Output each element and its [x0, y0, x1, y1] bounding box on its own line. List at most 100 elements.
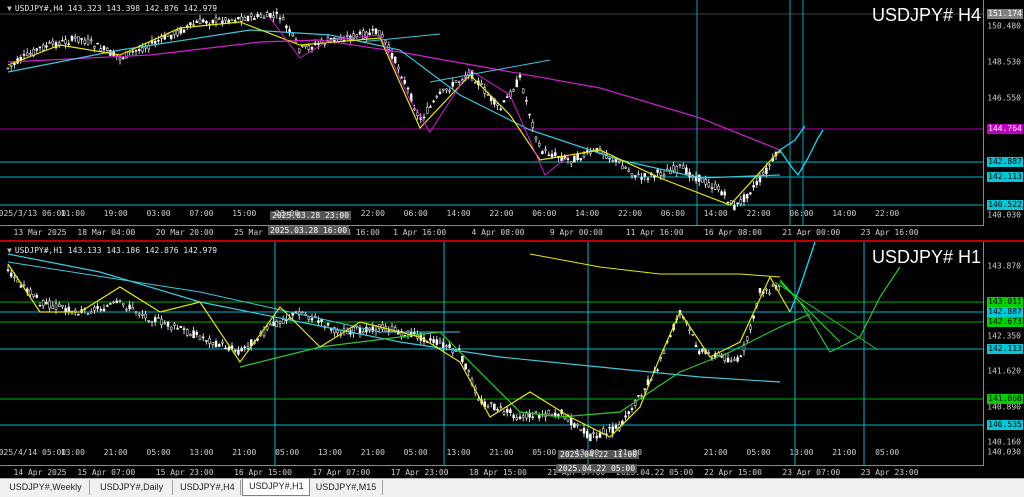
- collapse-triangle-icon[interactable]: ▼: [7, 246, 12, 255]
- candle-body: [77, 36, 80, 43]
- candle-body: [752, 315, 755, 319]
- candle-body: [83, 39, 87, 44]
- time-tick-label: 13 Mar 2025: [13, 228, 67, 237]
- candle-body: [205, 340, 208, 342]
- candle-body: [61, 40, 64, 42]
- candle-body: [144, 313, 147, 319]
- session-time-label: 05:00: [146, 448, 171, 457]
- candle-body: [13, 63, 16, 65]
- candle-body: [221, 20, 224, 24]
- h4-time-axis[interactable]: 13 Mar 2025 18 Mar 04:00 20 Mar 20:00 25 Ma…: [0, 225, 984, 240]
- candle-body: [406, 87, 410, 90]
- session-time-label: 19:00: [103, 209, 128, 218]
- candle-body: [317, 320, 320, 323]
- h4-price-plot[interactable]: [0, 0, 984, 226]
- candle-body: [131, 51, 135, 53]
- session-time-label: 23:00: [275, 209, 300, 218]
- candle-body: [195, 331, 199, 335]
- session-time-label: 07:00: [189, 209, 214, 218]
- time-tick-label: 15 Apr 23:00: [155, 468, 214, 477]
- session-time-label: 22:00: [875, 209, 900, 218]
- candle-body: [361, 30, 365, 39]
- candle-body: [569, 418, 573, 426]
- session-time-label: 05:00: [532, 448, 557, 457]
- candle-body: [118, 57, 122, 61]
- candle-body: [771, 285, 775, 287]
- h4-price-axis[interactable]: 150.480 148.530 146.550 140.030 151.174 …: [983, 0, 1024, 240]
- candle-body: [768, 292, 771, 295]
- chart-tab[interactable]: USDJPY#,Weekly: [2, 480, 90, 495]
- chart-tab[interactable]: USDJPY#,Daily: [91, 480, 174, 495]
- candle-body: [589, 433, 592, 442]
- chart-tab[interactable]: USDJPY#,H4: [174, 480, 242, 495]
- candle-body: [179, 326, 183, 328]
- candle-body: [121, 57, 125, 59]
- candle-body: [518, 74, 522, 78]
- time-tick-label: 20 Mar 20:00: [155, 228, 214, 237]
- candle-body: [134, 49, 138, 52]
- candle-body: [208, 338, 211, 344]
- candle-body: [611, 426, 615, 434]
- candle-body: [505, 96, 509, 98]
- collapse-triangle-icon[interactable]: ▼: [7, 4, 12, 13]
- candle-body: [457, 81, 461, 83]
- candle-body: [566, 158, 570, 160]
- candle-body: [9, 272, 13, 277]
- candle-body: [752, 185, 755, 188]
- time-tick-label: 15 Apr 07:00: [77, 468, 136, 477]
- price-label-badge: 140.535: [987, 420, 1023, 430]
- candle-body: [29, 289, 32, 296]
- candle-body: [400, 76, 403, 79]
- candle-body: [608, 157, 611, 160]
- h1-price-plot[interactable]: [0, 242, 984, 466]
- candle-body: [432, 100, 435, 103]
- candle-body: [624, 167, 627, 169]
- candle-body: [102, 308, 106, 312]
- candle-body: [736, 202, 739, 204]
- candle-body: [550, 413, 554, 416]
- moving-average-line: [359, 33, 441, 43]
- chart-tab[interactable]: USDJPY#,H1: [242, 479, 311, 496]
- candle-body: [739, 199, 743, 205]
- h1-price-axis[interactable]: 143.870 142.350 141.620 140.890 140.160 …: [983, 242, 1024, 480]
- candle-body: [637, 395, 640, 397]
- candle-body: [233, 349, 237, 352]
- session-time-label: 21:00: [617, 448, 643, 457]
- candle-body: [224, 347, 227, 350]
- candle-body: [86, 38, 90, 45]
- session-time-label: 22:00: [746, 209, 771, 218]
- candle-body: [35, 48, 39, 51]
- time-tick-label: 23 Apr 07:00: [782, 468, 841, 477]
- chart-tab[interactable]: USDJPY#,M15: [310, 480, 383, 495]
- candle-body: [35, 294, 39, 298]
- candle-body: [537, 415, 541, 419]
- candle-body: [297, 48, 301, 53]
- h1-chart-window[interactable]: ▼ USDJPY#,H1 143.133 143.186 142.876 142.…: [0, 240, 1024, 480]
- candle-body: [80, 38, 83, 40]
- candle-body: [38, 305, 42, 307]
- candle-body: [502, 100, 506, 103]
- candle-body: [569, 161, 573, 164]
- candle-body: [217, 18, 221, 20]
- candle-body: [457, 348, 461, 350]
- candle-body: [141, 47, 144, 52]
- candle-body: [262, 17, 266, 19]
- candle-body: [515, 79, 519, 88]
- candle-body: [48, 300, 51, 309]
- candle-body: [246, 16, 250, 21]
- candle-body: [195, 20, 199, 23]
- candle-body: [640, 395, 643, 397]
- candle-body: [153, 41, 157, 44]
- candle-body: [237, 16, 240, 20]
- candle-body: [45, 45, 48, 48]
- candle-body: [243, 17, 247, 21]
- candle-body: [461, 355, 464, 362]
- candle-body: [112, 301, 115, 304]
- candle-body: [163, 322, 167, 325]
- h4-chart-window[interactable]: ▼ USDJPY#,H4 143.323 143.398 142.876 142.…: [0, 0, 1024, 241]
- candle-body: [291, 33, 295, 36]
- candle-body: [608, 427, 611, 429]
- candle-body: [758, 176, 762, 183]
- session-time-label: 06:00: [403, 209, 428, 218]
- price-label-badge: 142.673: [987, 317, 1023, 327]
